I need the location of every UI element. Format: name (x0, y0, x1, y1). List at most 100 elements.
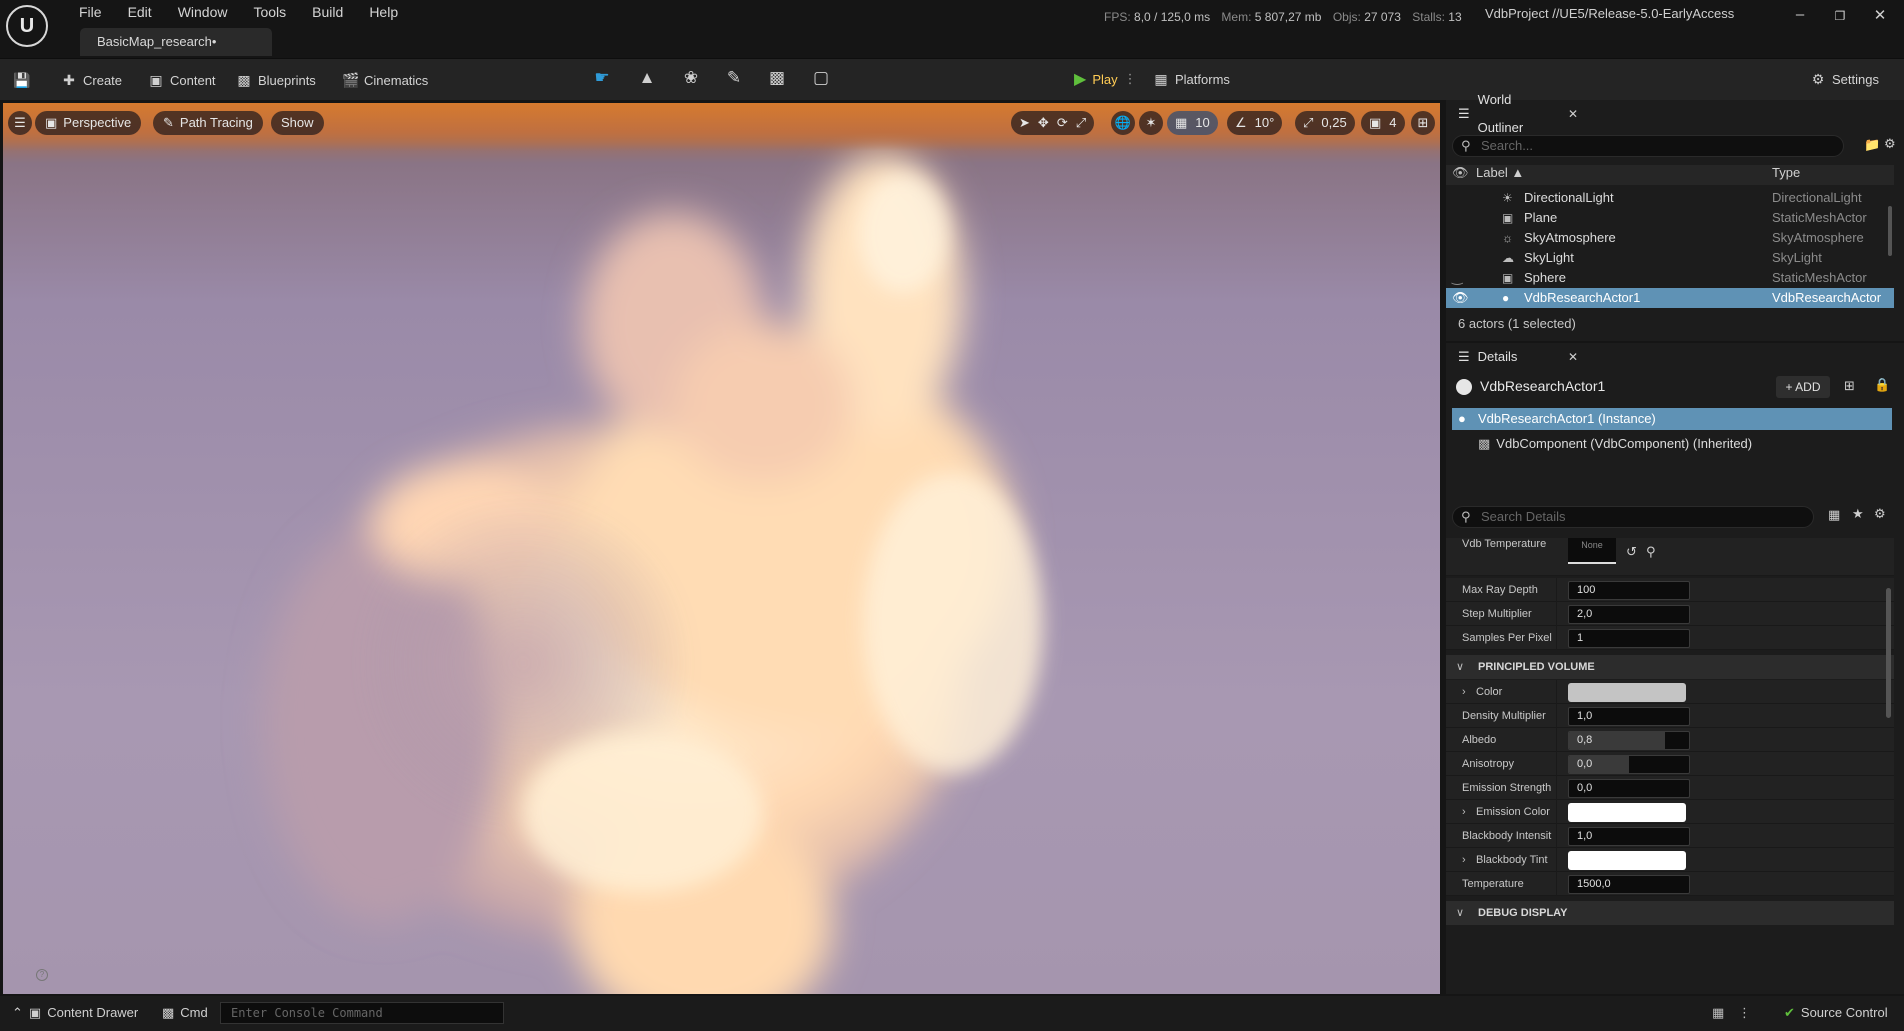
add-component-button[interactable]: + ADD (1776, 376, 1830, 398)
blackbody-tint-swatch[interactable] (1568, 851, 1686, 870)
menu-file[interactable]: File (66, 3, 115, 21)
menu-window[interactable]: Window (165, 3, 241, 21)
restore-icon[interactable]: ❐ (1828, 9, 1852, 23)
source-control-button[interactable]: ✔ Source Control (1784, 1005, 1888, 1021)
outliner-row[interactable]: ☀ DirectionalLight DirectionalLight (1446, 188, 1894, 208)
samples-per-pixel-field[interactable]: 1 (1568, 629, 1690, 648)
details-search-input[interactable]: ⚲ Search Details (1452, 506, 1814, 528)
level-viewport[interactable]: ☰ ▣ Perspective ✎ Path Tracing Show ➤ ✥ … (3, 103, 1440, 994)
viewport-menu-icon[interactable]: ☰ (8, 111, 32, 135)
show-button[interactable]: Show (271, 111, 324, 135)
visibility-eye-icon[interactable]: 👁 (1452, 288, 1469, 308)
mesh-paint-mode-icon[interactable]: ✎ (723, 67, 745, 89)
more-options-icon[interactable]: ⋮ (1738, 1005, 1751, 1021)
derived-data-icon[interactable]: ▦ (1712, 1005, 1724, 1021)
minimize-icon[interactable]: – (1788, 6, 1812, 23)
console-input[interactable]: Enter Console Command (220, 1002, 504, 1024)
world-outliner-tab[interactable]: ☰ World Outliner ✕ (1446, 92, 1588, 135)
outliner-search-input[interactable]: ⚲ Search... (1452, 135, 1844, 157)
temperature-field[interactable]: 1500,0 (1568, 875, 1690, 894)
layout-icon[interactable]: ⊞ (1411, 111, 1435, 135)
table-view-icon[interactable]: ▦ (1828, 507, 1840, 523)
details-tab[interactable]: ☰ Details ✕ (1446, 343, 1588, 371)
outliner-row[interactable]: ‿ ▣ Sphere StaticMeshActor (1446, 268, 1894, 288)
menu-tools[interactable]: Tools (240, 3, 299, 21)
folder-icon[interactable]: 📁 (1864, 137, 1880, 153)
debug-display-section[interactable]: ∨ DEBUG DISPLAY (1446, 901, 1894, 925)
label-column[interactable]: Label ▲ (1476, 165, 1524, 180)
hidden-eye-icon[interactable]: ‿ (1452, 268, 1462, 288)
outliner-row-selected[interactable]: 👁 ● VdbResearchActor1 VdbResearchActor (1446, 288, 1894, 308)
angle-icon: ∠ (1235, 115, 1247, 130)
select-mode-icon[interactable]: ☛ (591, 67, 613, 89)
modeling-mode-icon[interactable]: ▢ (810, 67, 832, 89)
rotation-snap-button[interactable]: ∠ 10° (1227, 111, 1283, 135)
instance-row[interactable]: ● VdbResearchActor1 (Instance) (1452, 408, 1892, 430)
close-outliner-icon[interactable]: ✕ (1568, 100, 1578, 128)
albedo-slider[interactable]: 0,8 (1568, 731, 1690, 750)
select-tool-icon[interactable]: ➤ (1019, 111, 1030, 135)
platforms-button[interactable]: ▦ Platforms (1153, 68, 1230, 90)
gear-icon: ⚙ (1811, 71, 1825, 87)
save-icon[interactable]: 💾 (13, 69, 30, 91)
lock-icon[interactable]: 🔒 (1874, 377, 1890, 393)
details-scrollbar[interactable] (1886, 588, 1891, 718)
create-button[interactable]: ✚ Create (61, 69, 122, 91)
fracture-mode-icon[interactable]: ▩ (766, 67, 788, 89)
rotate-tool-icon[interactable]: ⟳ (1057, 111, 1068, 135)
emission-strength-field[interactable]: 0,0 (1568, 779, 1690, 798)
outliner-row[interactable]: ▣ Plane StaticMeshActor (1446, 208, 1894, 228)
color-swatch[interactable] (1568, 683, 1686, 702)
play-button[interactable]: ▶ Play ⋮ (1074, 68, 1137, 90)
cmd-button[interactable]: ▩ Cmd (162, 1005, 208, 1021)
anisotropy-slider[interactable]: 0,0 (1568, 755, 1690, 774)
outliner-row[interactable]: ☼ SkyAtmosphere SkyAtmosphere (1446, 228, 1894, 248)
stalls-value: 13 (1448, 10, 1462, 24)
unreal-logo[interactable]: U (6, 5, 48, 47)
density-field[interactable]: 1,0 (1568, 707, 1690, 726)
grid-snap-button[interactable]: ▦ 10 (1167, 111, 1218, 135)
cinematics-button[interactable]: 🎬 Cinematics (342, 69, 428, 91)
camera-speed-button[interactable]: ▣ 4 (1361, 111, 1405, 135)
star-icon[interactable]: ★ (1852, 506, 1864, 522)
foliage-mode-icon[interactable]: ❀ (680, 67, 702, 89)
reset-arrow-icon[interactable]: ↺ (1626, 540, 1637, 564)
browse-search-icon[interactable]: ⚲ (1646, 540, 1656, 564)
outliner-status: 6 actors (1 selected) (1458, 316, 1576, 331)
emission-color-swatch[interactable] (1568, 803, 1686, 822)
scale-tool-icon[interactable]: ⤢ (1076, 111, 1086, 135)
outliner-scrollbar[interactable] (1888, 206, 1892, 256)
chevron-right-icon[interactable]: › (1462, 680, 1466, 704)
settings-button[interactable]: ⚙ Settings (1810, 68, 1879, 90)
scale-snap-button[interactable]: ⤢ 0,25 (1295, 111, 1355, 135)
close-window-icon[interactable]: ✕ (1868, 6, 1892, 24)
menu-edit[interactable]: Edit (115, 3, 165, 21)
play-options-icon[interactable]: ⋮ (1124, 71, 1137, 87)
vdb-asset-thumbnail[interactable]: None (1568, 538, 1616, 564)
component-row[interactable]: ▩ VdbComponent (VdbComponent) (Inherited) (1478, 436, 1752, 452)
blueprint-icon[interactable]: ⊞ (1844, 378, 1855, 394)
view-mode-button[interactable]: ✎ Path Tracing (153, 111, 263, 135)
max-ray-depth-field[interactable]: 100 (1568, 581, 1690, 600)
content-button[interactable]: ▣ Content (148, 69, 215, 91)
chevron-right-icon[interactable]: › (1462, 800, 1466, 824)
translate-tool-icon[interactable]: ✥ (1038, 111, 1049, 135)
menu-help[interactable]: Help (356, 3, 411, 21)
content-drawer-button[interactable]: ⌃ ▣ Content Drawer (12, 1005, 138, 1021)
surface-snap-icon[interactable]: ✶ (1139, 111, 1163, 135)
world-space-icon[interactable]: 🌐 (1111, 111, 1135, 135)
blueprints-button[interactable]: ▩ Blueprints (236, 69, 315, 91)
menu-build[interactable]: Build (299, 3, 356, 21)
principled-volume-section[interactable]: ∨ PRINCIPLED VOLUME (1446, 655, 1894, 679)
perspective-button[interactable]: ▣ Perspective (35, 111, 142, 135)
level-tab[interactable]: BasicMap_research• (80, 28, 272, 56)
blackbody-intensity-field[interactable]: 1,0 (1568, 827, 1690, 846)
step-multiplier-field[interactable]: 2,0 (1568, 605, 1690, 624)
chevron-right-icon[interactable]: › (1462, 848, 1466, 872)
outliner-row[interactable]: ☁ SkyLight SkyLight (1446, 248, 1894, 268)
landscape-mode-icon[interactable]: ▲ (636, 67, 658, 89)
close-details-icon[interactable]: ✕ (1568, 343, 1578, 371)
outliner-settings-icon[interactable]: ⚙ (1884, 136, 1896, 152)
type-column[interactable]: Type (1772, 165, 1800, 180)
details-settings-icon[interactable]: ⚙ (1874, 506, 1886, 522)
